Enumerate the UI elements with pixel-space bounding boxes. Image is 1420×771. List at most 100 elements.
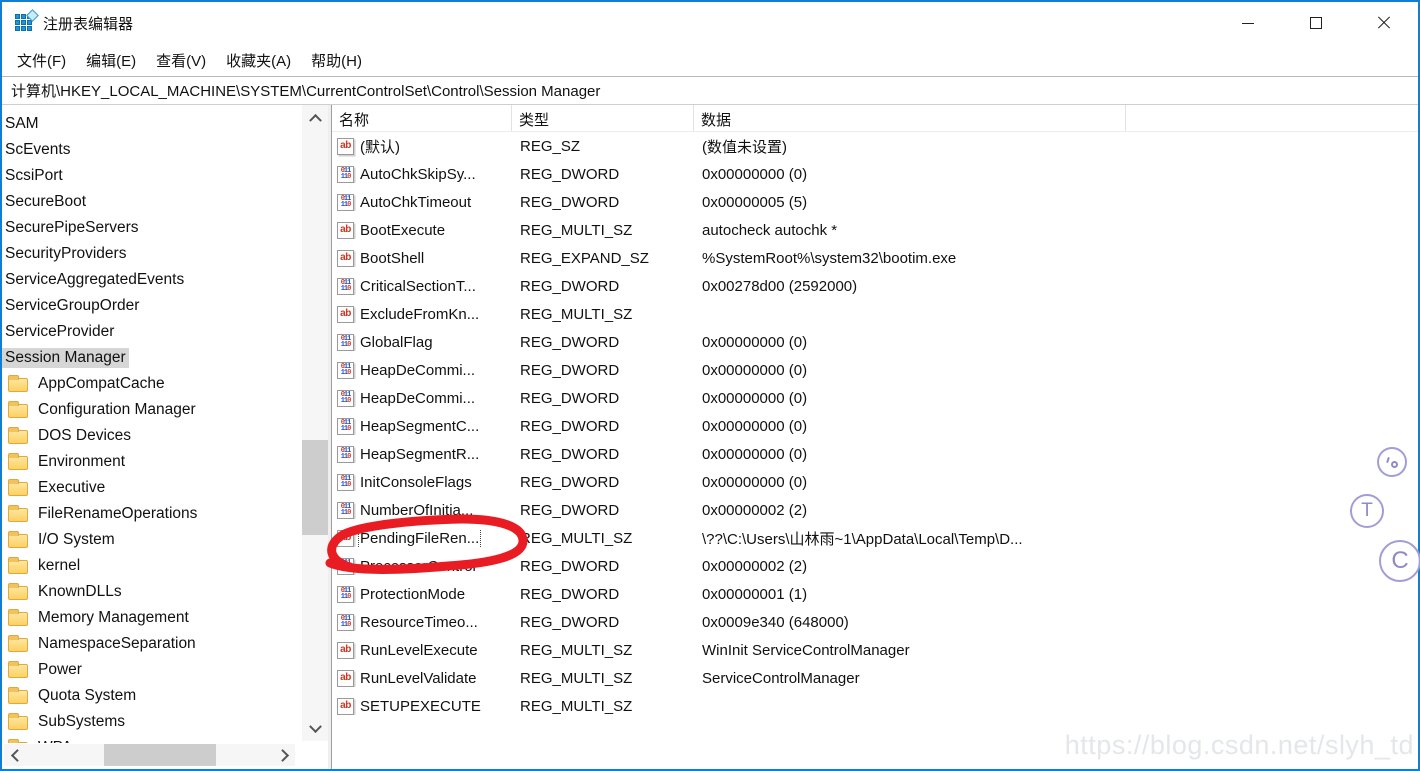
registry-tree: SAMScEventsScsiPortSecureBootSecurePipeS…	[2, 105, 299, 743]
value-type: REG_DWORD	[512, 194, 694, 211]
value-name: ResourceTimeo...	[360, 614, 478, 631]
tree-item[interactable]: NamespaceSeparation	[2, 631, 299, 657]
tree-item[interactable]: Configuration Manager	[2, 397, 299, 423]
value-row[interactable]: abExcludeFromKn...REG_MULTI_SZ	[332, 300, 1418, 328]
tree-item[interactable]: Environment	[2, 449, 299, 475]
close-button[interactable]	[1350, 2, 1418, 44]
tree-item[interactable]: SecurePipeServers	[2, 215, 299, 241]
csdn-watermark: https://blog.csdn.net/slyh_td	[1065, 730, 1414, 761]
tree-item[interactable]: SecurityProviders	[2, 241, 299, 267]
value-row[interactable]: abRunLevelValidateREG_MULTI_SZServiceCon…	[332, 664, 1418, 692]
reg-dword-icon: 011110	[337, 418, 354, 435]
value-name: HeapSegmentC...	[360, 418, 479, 435]
tree-item[interactable]: SubSystems	[2, 709, 299, 735]
tree-item[interactable]: ScsiPort	[2, 163, 299, 189]
value-row[interactable]: ab(默认)REG_SZ(数值未设置)	[332, 132, 1418, 160]
pen-dot-mark	[1391, 461, 1398, 468]
tree-item-label: I/O System	[35, 530, 118, 550]
tree-item[interactable]: ServiceAggregatedEvents	[2, 267, 299, 293]
value-row[interactable]: 011110NumberOfInitia...REG_DWORD0x000000…	[332, 496, 1418, 524]
value-name: AutoChkTimeout	[360, 194, 471, 211]
value-data: 0x00000005 (5)	[694, 194, 1418, 211]
value-row[interactable]: 011110ResourceTimeo...REG_DWORD0x0009e34…	[332, 608, 1418, 636]
minimize-button[interactable]	[1214, 2, 1282, 44]
folder-icon	[8, 456, 28, 470]
value-name: AutoChkSkipSy...	[360, 166, 476, 183]
value-row[interactable]: abPendingFileRen...REG_MULTI_SZ\??\C:\Us…	[332, 524, 1418, 552]
value-name: NumberOfInitia...	[360, 502, 473, 519]
value-row[interactable]: 011110AutoChkSkipSy...REG_DWORD0x0000000…	[332, 160, 1418, 188]
reg-dword-icon: 011110	[337, 278, 354, 295]
value-name: SETUPEXECUTE	[360, 698, 481, 715]
pen-tool-icon[interactable]	[1377, 447, 1407, 477]
tree-item[interactable]: FileRenameOperations	[2, 501, 299, 527]
reg-dword-icon: 011110	[337, 558, 354, 575]
value-name-cell: abPendingFileRen...	[332, 530, 512, 547]
tree-item[interactable]: Memory Management	[2, 605, 299, 631]
folder-icon	[8, 716, 28, 730]
reg-dword-icon: 011110	[337, 446, 354, 463]
menu-view[interactable]: 查看(V)	[146, 45, 216, 76]
value-name: HeapSegmentR...	[360, 446, 479, 463]
menu-help[interactable]: 帮助(H)	[301, 45, 372, 76]
folder-icon	[8, 534, 28, 548]
tree-item[interactable]: Executive	[2, 475, 299, 501]
tree-item[interactable]: ServiceGroupOrder	[2, 293, 299, 319]
menu-edit[interactable]: 编辑(E)	[76, 45, 146, 76]
tree-item[interactable]: KnownDLLs	[2, 579, 299, 605]
tree-item[interactable]: SAM	[2, 111, 299, 137]
value-row[interactable]: 011110ProtectionModeREG_DWORD0x00000001 …	[332, 580, 1418, 608]
column-header-data[interactable]: 数据	[694, 105, 1126, 131]
menu-file[interactable]: 文件(F)	[7, 45, 76, 76]
tree-vertical-scrollbar[interactable]	[302, 105, 328, 741]
vertical-scroll-thumb[interactable]	[302, 440, 328, 535]
value-row[interactable]: 011110HeapSegmentC...REG_DWORD0x00000000…	[332, 412, 1418, 440]
tree-item[interactable]: Quota System	[2, 683, 299, 709]
value-row[interactable]: 011110HeapDeCommi...REG_DWORD0x00000000 …	[332, 384, 1418, 412]
scroll-up-icon[interactable]	[302, 107, 328, 127]
value-data: 0x00000001 (1)	[694, 586, 1418, 603]
maximize-button[interactable]	[1282, 2, 1350, 44]
value-row[interactable]: 011110ProcessorControlREG_DWORD0x0000000…	[332, 552, 1418, 580]
menu-favorites[interactable]: 收藏夹(A)	[216, 45, 301, 76]
tree-item[interactable]: WPA	[2, 735, 299, 743]
tree-item-label: AppCompatCache	[35, 374, 168, 394]
value-data: 0x0009e340 (648000)	[694, 614, 1418, 631]
value-row[interactable]: abRunLevelExecuteREG_MULTI_SZWinInit Ser…	[332, 636, 1418, 664]
tree-item[interactable]: DOS Devices	[2, 423, 299, 449]
scroll-left-icon[interactable]	[4, 744, 24, 766]
value-row[interactable]: 011110AutoChkTimeoutREG_DWORD0x00000005 …	[332, 188, 1418, 216]
value-name-cell: 011110CriticalSectionT...	[332, 278, 512, 295]
tree-item[interactable]: Session Manager	[2, 345, 299, 371]
tree-item[interactable]: ScEvents	[2, 137, 299, 163]
scroll-down-icon[interactable]	[302, 719, 328, 739]
c-tool-icon[interactable]: C	[1379, 540, 1420, 582]
value-row[interactable]: 011110HeapDeCommi...REG_DWORD0x00000000 …	[332, 356, 1418, 384]
value-data: 0x00000000 (0)	[694, 418, 1418, 435]
tree-item[interactable]: SecureBoot	[2, 189, 299, 215]
value-row[interactable]: 011110CriticalSectionT...REG_DWORD0x0027…	[332, 272, 1418, 300]
value-row[interactable]: abSETUPEXECUTEREG_MULTI_SZ	[332, 692, 1418, 720]
tree-item[interactable]: kernel	[2, 553, 299, 579]
menu-bar: 文件(F) 编辑(E) 查看(V) 收藏夹(A) 帮助(H)	[2, 44, 1418, 76]
tree-item[interactable]: ServiceProvider	[2, 319, 299, 345]
reg-string-icon: ab	[337, 306, 354, 323]
key-tree-pane: SAMScEventsScsiPortSecureBootSecurePipeS…	[2, 105, 332, 769]
text-tool-icon[interactable]: T	[1350, 494, 1384, 528]
column-header-type[interactable]: 类型	[512, 105, 694, 131]
tree-item[interactable]: AppCompatCache	[2, 371, 299, 397]
tree-item[interactable]: Power	[2, 657, 299, 683]
value-row[interactable]: 011110GlobalFlagREG_DWORD0x00000000 (0)	[332, 328, 1418, 356]
value-row[interactable]: 011110HeapSegmentR...REG_DWORD0x00000000…	[332, 440, 1418, 468]
scroll-right-icon[interactable]	[275, 744, 295, 766]
address-bar[interactable]: 计算机\HKEY_LOCAL_MACHINE\SYSTEM\CurrentCon…	[2, 76, 1418, 105]
horizontal-scroll-thumb[interactable]	[104, 744, 216, 766]
tree-item[interactable]: I/O System	[2, 527, 299, 553]
value-row[interactable]: abBootExecuteREG_MULTI_SZautocheck autoc…	[332, 216, 1418, 244]
tree-horizontal-scrollbar[interactable]	[4, 744, 295, 766]
value-type: REG_DWORD	[512, 474, 694, 491]
column-header-name[interactable]: 名称	[332, 105, 512, 131]
value-row[interactable]: 011110InitConsoleFlagsREG_DWORD0x0000000…	[332, 468, 1418, 496]
tree-item-label: Configuration Manager	[35, 400, 199, 420]
value-row[interactable]: abBootShellREG_EXPAND_SZ%SystemRoot%\sys…	[332, 244, 1418, 272]
